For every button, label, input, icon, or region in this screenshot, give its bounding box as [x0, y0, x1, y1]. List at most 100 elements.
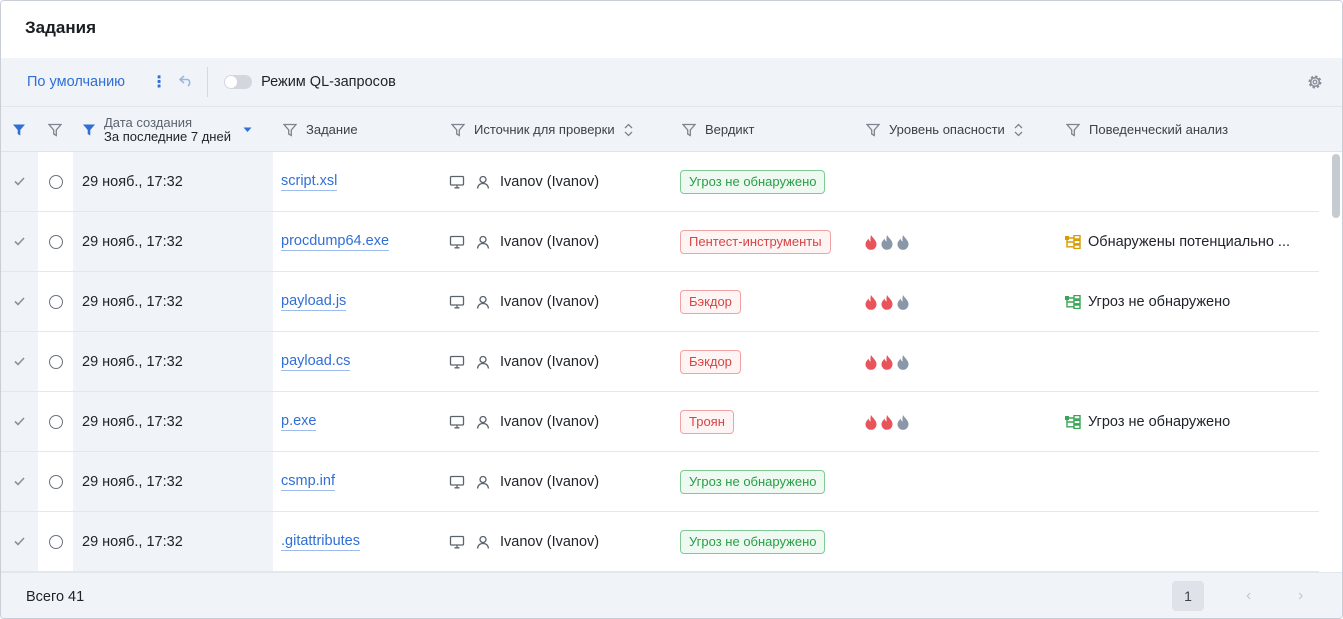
- row-check-icon[interactable]: [1, 452, 38, 511]
- created-date: 29 нояб., 17:32: [73, 452, 273, 511]
- table-row[interactable]: 29 нояб., 17:32 p.exe Ivanov (Ivanov) Тр…: [1, 392, 1319, 452]
- task-link[interactable]: payload.cs: [281, 353, 351, 371]
- filter-all-icon[interactable]: [12, 107, 35, 152]
- task-cell: csmp.inf: [281, 452, 441, 511]
- source-user: Ivanov (Ivanov): [500, 173, 600, 190]
- verdict-badge: Угроз не обнаружено: [680, 169, 826, 194]
- row-select-radio[interactable]: [38, 392, 73, 451]
- vertical-scrollbar[interactable]: [1332, 154, 1340, 218]
- row-select-radio[interactable]: [38, 332, 73, 391]
- source-cell: Ivanov (Ivanov): [449, 272, 669, 331]
- radio-button[interactable]: [48, 534, 63, 549]
- behavior-cell: Обнаружены потенциально ...: [1064, 212, 1314, 271]
- column-behavior[interactable]: Поведенческий анализ: [1066, 107, 1228, 152]
- ql-mode-toggle[interactable]: [224, 75, 253, 89]
- behavior-cell: Угроз не обнаружено: [1064, 272, 1314, 331]
- filter-behavior-icon[interactable]: [1066, 123, 1080, 137]
- user-icon: [476, 175, 490, 189]
- task-link[interactable]: csmp.inf: [281, 473, 335, 491]
- row-check-icon[interactable]: [1, 512, 38, 571]
- radio-button[interactable]: [48, 294, 63, 309]
- row-select-radio[interactable]: [38, 212, 73, 271]
- radio-button[interactable]: [48, 474, 63, 489]
- row-check-icon[interactable]: [1, 152, 38, 211]
- table-row[interactable]: 29 нояб., 17:32 procdump64.exe Ivanov (I…: [1, 212, 1319, 272]
- next-page-icon[interactable]: ›: [1298, 587, 1303, 605]
- sort-icon[interactable]: [624, 123, 633, 137]
- filter-task-icon[interactable]: [283, 123, 297, 137]
- task-cell: payload.cs: [281, 332, 441, 391]
- settings-gear-icon[interactable]: [1306, 73, 1324, 91]
- source-cell: Ivanov (Ivanov): [449, 332, 669, 391]
- row-check-icon[interactable]: [1, 332, 38, 391]
- column-created[interactable]: Дата создания За последние 7 дней: [82, 107, 252, 152]
- radio-button[interactable]: [48, 174, 63, 189]
- column-verdict-label: Вердикт: [705, 122, 755, 137]
- radio-button[interactable]: [48, 414, 63, 429]
- column-task[interactable]: Задание: [283, 107, 358, 152]
- sort-icon[interactable]: [1014, 123, 1023, 137]
- created-date: 29 нояб., 17:32: [73, 212, 273, 271]
- task-link[interactable]: script.xsl: [281, 173, 338, 191]
- row-check-icon[interactable]: [1, 272, 38, 331]
- computer-icon: [449, 175, 465, 188]
- tasks-panel: Задания По умолчанию ⋮ Режим QL-запросов…: [0, 0, 1343, 619]
- source-cell: Ivanov (Ivanov): [449, 212, 669, 271]
- filter-severity-icon[interactable]: [866, 123, 880, 137]
- more-options-icon[interactable]: ⋮: [151, 72, 167, 92]
- severity-cell: [864, 272, 1044, 331]
- task-link[interactable]: procdump64.exe: [281, 233, 390, 251]
- chevron-down-icon[interactable]: [243, 127, 252, 133]
- verdict-cell: Угроз не обнаружено: [680, 152, 860, 211]
- source-user: Ivanov (Ivanov): [500, 293, 600, 310]
- verdict-badge: Пентест-инструменты: [680, 229, 831, 254]
- table-row[interactable]: 29 нояб., 17:32 .gitattributes Ivanov (I…: [1, 512, 1319, 572]
- verdict-badge: Троян: [680, 409, 734, 434]
- task-link[interactable]: .gitattributes: [281, 533, 360, 551]
- radio-button[interactable]: [48, 234, 63, 249]
- process-tree-icon: [1065, 414, 1081, 429]
- page-button-current[interactable]: 1: [1172, 581, 1204, 611]
- table-header: Дата создания За последние 7 дней Задани…: [1, 106, 1342, 152]
- column-created-filter: За последние 7 дней: [104, 128, 231, 144]
- created-date: 29 нояб., 17:32: [73, 332, 273, 391]
- source-cell: Ivanov (Ivanov): [449, 452, 669, 511]
- computer-icon: [449, 475, 465, 488]
- source-cell: Ivanov (Ivanov): [449, 512, 669, 571]
- source-cell: Ivanov (Ivanov): [449, 152, 669, 211]
- task-cell: payload.js: [281, 272, 441, 331]
- column-severity[interactable]: Уровень опасности: [866, 107, 1023, 152]
- task-link[interactable]: p.exe: [281, 413, 317, 431]
- behavior-cell: [1064, 332, 1314, 391]
- row-select-radio[interactable]: [38, 452, 73, 511]
- radio-button[interactable]: [48, 354, 63, 369]
- verdict-cell: Бэкдор: [680, 272, 860, 331]
- behavior-cell: [1064, 152, 1314, 211]
- preset-selector[interactable]: По умолчанию: [27, 74, 125, 90]
- filter-verdict-icon[interactable]: [682, 123, 696, 137]
- verdict-badge: Бэкдор: [680, 289, 741, 314]
- tasks-table-body: 29 нояб., 17:32 script.xsl Ivanov (Ivano…: [1, 152, 1319, 572]
- undo-icon[interactable]: [178, 74, 193, 91]
- row-select-radio[interactable]: [38, 152, 73, 211]
- filter-created-icon[interactable]: [82, 123, 96, 137]
- row-select-radio[interactable]: [38, 512, 73, 571]
- row-check-icon[interactable]: [1, 212, 38, 271]
- column-verdict[interactable]: Вердикт: [682, 107, 754, 152]
- verdict-badge: Бэкдор: [680, 349, 741, 374]
- toolbar-divider: [207, 67, 209, 97]
- row-check-icon[interactable]: [1, 392, 38, 451]
- filter-status-icon[interactable]: [48, 107, 71, 152]
- row-select-radio[interactable]: [38, 272, 73, 331]
- table-row[interactable]: 29 нояб., 17:32 payload.js Ivanov (Ivano…: [1, 272, 1319, 332]
- task-link[interactable]: payload.js: [281, 293, 347, 311]
- column-source[interactable]: Источник для проверки: [451, 107, 633, 152]
- table-row[interactable]: 29 нояб., 17:32 csmp.inf Ivanov (Ivanov)…: [1, 452, 1319, 512]
- prev-page-icon[interactable]: ‹: [1246, 587, 1251, 605]
- filter-source-icon[interactable]: [451, 123, 465, 137]
- verdict-cell: Троян: [680, 392, 860, 451]
- table-row[interactable]: 29 нояб., 17:32 payload.cs Ivanov (Ivano…: [1, 332, 1319, 392]
- verdict-cell: Бэкдор: [680, 332, 860, 391]
- title-bar: Задания: [1, 1, 1342, 58]
- table-row[interactable]: 29 нояб., 17:32 script.xsl Ivanov (Ivano…: [1, 152, 1319, 212]
